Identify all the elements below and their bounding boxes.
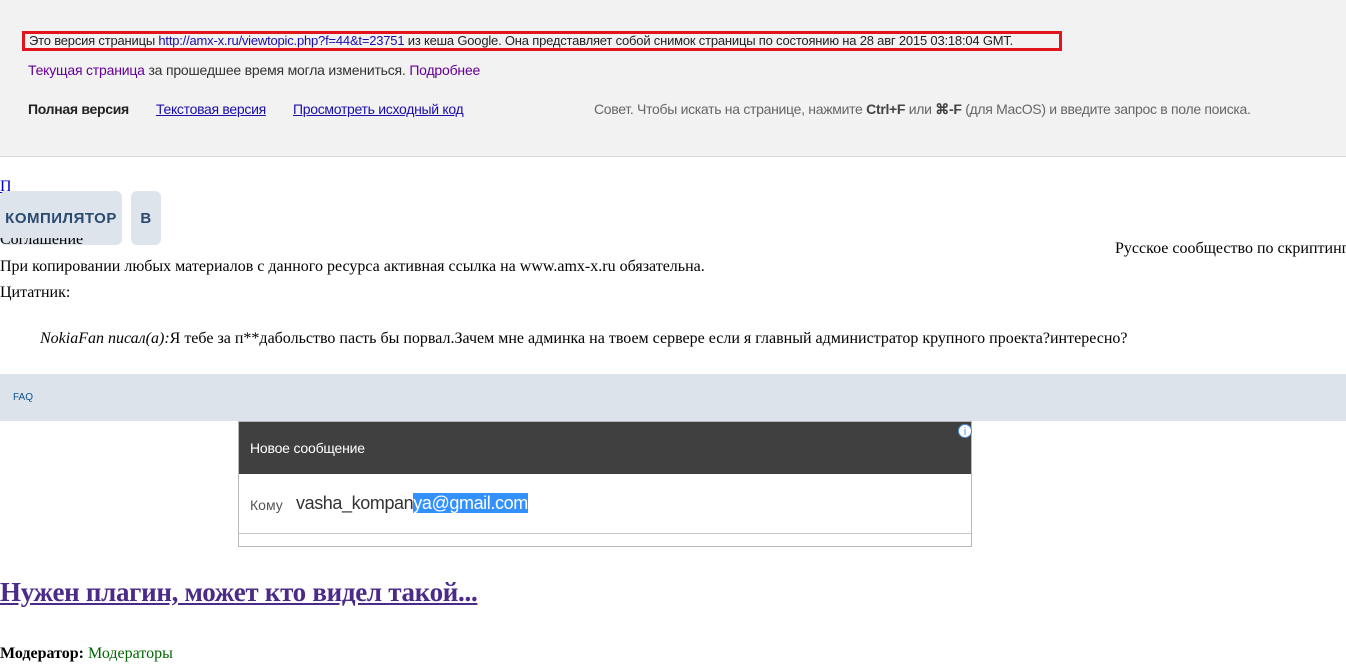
more-info-link[interactable]: Подробнее bbox=[409, 62, 480, 78]
ad-to-value: vasha_kompanya@gmail.com bbox=[296, 493, 528, 514]
search-tip-key-cmd: ⌘-F bbox=[935, 101, 962, 117]
ad-to-plain: vasha_kompan bbox=[296, 493, 414, 513]
current-page-text: за прошедшее время могла измениться. bbox=[144, 62, 410, 78]
quotes-label: Цитатник: bbox=[0, 284, 71, 301]
ad-divider bbox=[239, 533, 971, 534]
cache-notice: Это версия страницы http://amx-x.ru/view… bbox=[22, 31, 1062, 51]
cache-notice-suffix: из кеша Google. Она представляет собой с… bbox=[404, 33, 1014, 48]
cache-header: Это версия страницы http://amx-x.ru/view… bbox=[0, 0, 1346, 157]
nav-pill-b[interactable]: В bbox=[131, 191, 161, 245]
search-tip: Совет. Чтобы искать на странице, нажмите… bbox=[594, 101, 1251, 118]
ad-to-selected: ya@gmail.com bbox=[413, 493, 528, 513]
agreement-text: Соглашение bbox=[0, 238, 84, 248]
community-tagline: Русское сообщество по скриптинг bbox=[1115, 240, 1346, 257]
search-tip-suffix: (для MacOS) и введите запрос в поле поис… bbox=[961, 101, 1251, 117]
moderators-link[interactable]: Модераторы bbox=[88, 645, 173, 662]
faq-link[interactable]: FAQ bbox=[13, 392, 33, 403]
cache-notice-prefix: Это версия страницы bbox=[29, 33, 159, 48]
tab-text-version[interactable]: Текстовая версия bbox=[156, 101, 266, 117]
cached-page-url-link[interactable]: http://amx-x.ru/viewtopic.php?f=44&t=237… bbox=[158, 33, 404, 48]
search-tip-key-ctrl: Ctrl+F bbox=[866, 101, 906, 117]
moderator-label: Модератор: bbox=[0, 645, 84, 662]
search-tip-mid: или bbox=[905, 101, 936, 117]
ad-to-label: Кому bbox=[250, 497, 283, 513]
nav-pill-compiler[interactable]: КОМПИЛЯТОР bbox=[0, 191, 122, 245]
tab-full-version[interactable]: Полная версия bbox=[28, 101, 129, 117]
search-tip-prefix: Совет. Чтобы искать на странице, нажмите bbox=[594, 101, 867, 117]
topic-title-link[interactable]: Нужен плагин, может кто видел такой... bbox=[0, 577, 478, 608]
moderator-line: Модератор: Модераторы bbox=[0, 645, 173, 663]
copy-notice: При копировании любых материалов с данно… bbox=[0, 258, 705, 275]
email-ad-banner[interactable]: Новое сообщение Кому vasha_kompanya@gmai… bbox=[238, 421, 972, 547]
ad-header: Новое сообщение bbox=[239, 422, 971, 474]
tab-view-source[interactable]: Просмотреть исходный код bbox=[293, 101, 464, 117]
current-page-link[interactable]: Текущая страница bbox=[28, 62, 145, 78]
agreement-text-cut: Соглашение bbox=[0, 238, 83, 248]
quote-text: Я тебе за п**дабольство пасть бы порвал.… bbox=[169, 330, 1128, 347]
cache-current-page-line: Текущая страница за прошедшее время могл… bbox=[28, 62, 480, 78]
quote-author: NokiaFan писал(а): bbox=[40, 330, 170, 347]
faq-bar bbox=[0, 374, 1346, 421]
quote: NokiaFan писал(а):Я тебе за п**дабольств… bbox=[40, 330, 1127, 348]
ad-info-icon[interactable]: i bbox=[958, 424, 972, 438]
